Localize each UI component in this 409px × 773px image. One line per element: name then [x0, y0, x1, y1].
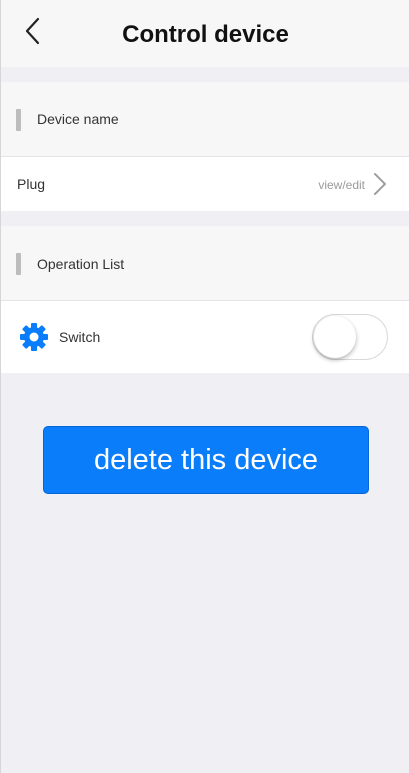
view-edit-link[interactable]: view/edit	[318, 178, 365, 192]
delete-device-button[interactable]: delete this device	[43, 426, 369, 494]
section-bar	[16, 109, 21, 131]
switch-row: Switch	[1, 301, 409, 373]
toggle-knob	[314, 316, 356, 358]
switch-label: Switch	[59, 329, 101, 345]
gear-icon	[20, 323, 48, 351]
header: Control device	[1, 0, 409, 67]
screen: Control device Device name Plug view/edi…	[0, 0, 409, 773]
device-name-section-header: Device name	[1, 82, 409, 157]
section-label: Operation List	[37, 256, 125, 272]
section-label: Device name	[37, 111, 119, 127]
operation-list-section-header: Operation List	[1, 226, 409, 301]
switch-toggle[interactable]	[312, 314, 388, 360]
device-name-row[interactable]: Plug view/edit	[1, 157, 409, 211]
section-bar	[16, 253, 21, 275]
page-title: Control device	[122, 21, 289, 48]
chevron-right-icon	[374, 173, 386, 195]
device-name-value: Plug	[17, 176, 46, 192]
